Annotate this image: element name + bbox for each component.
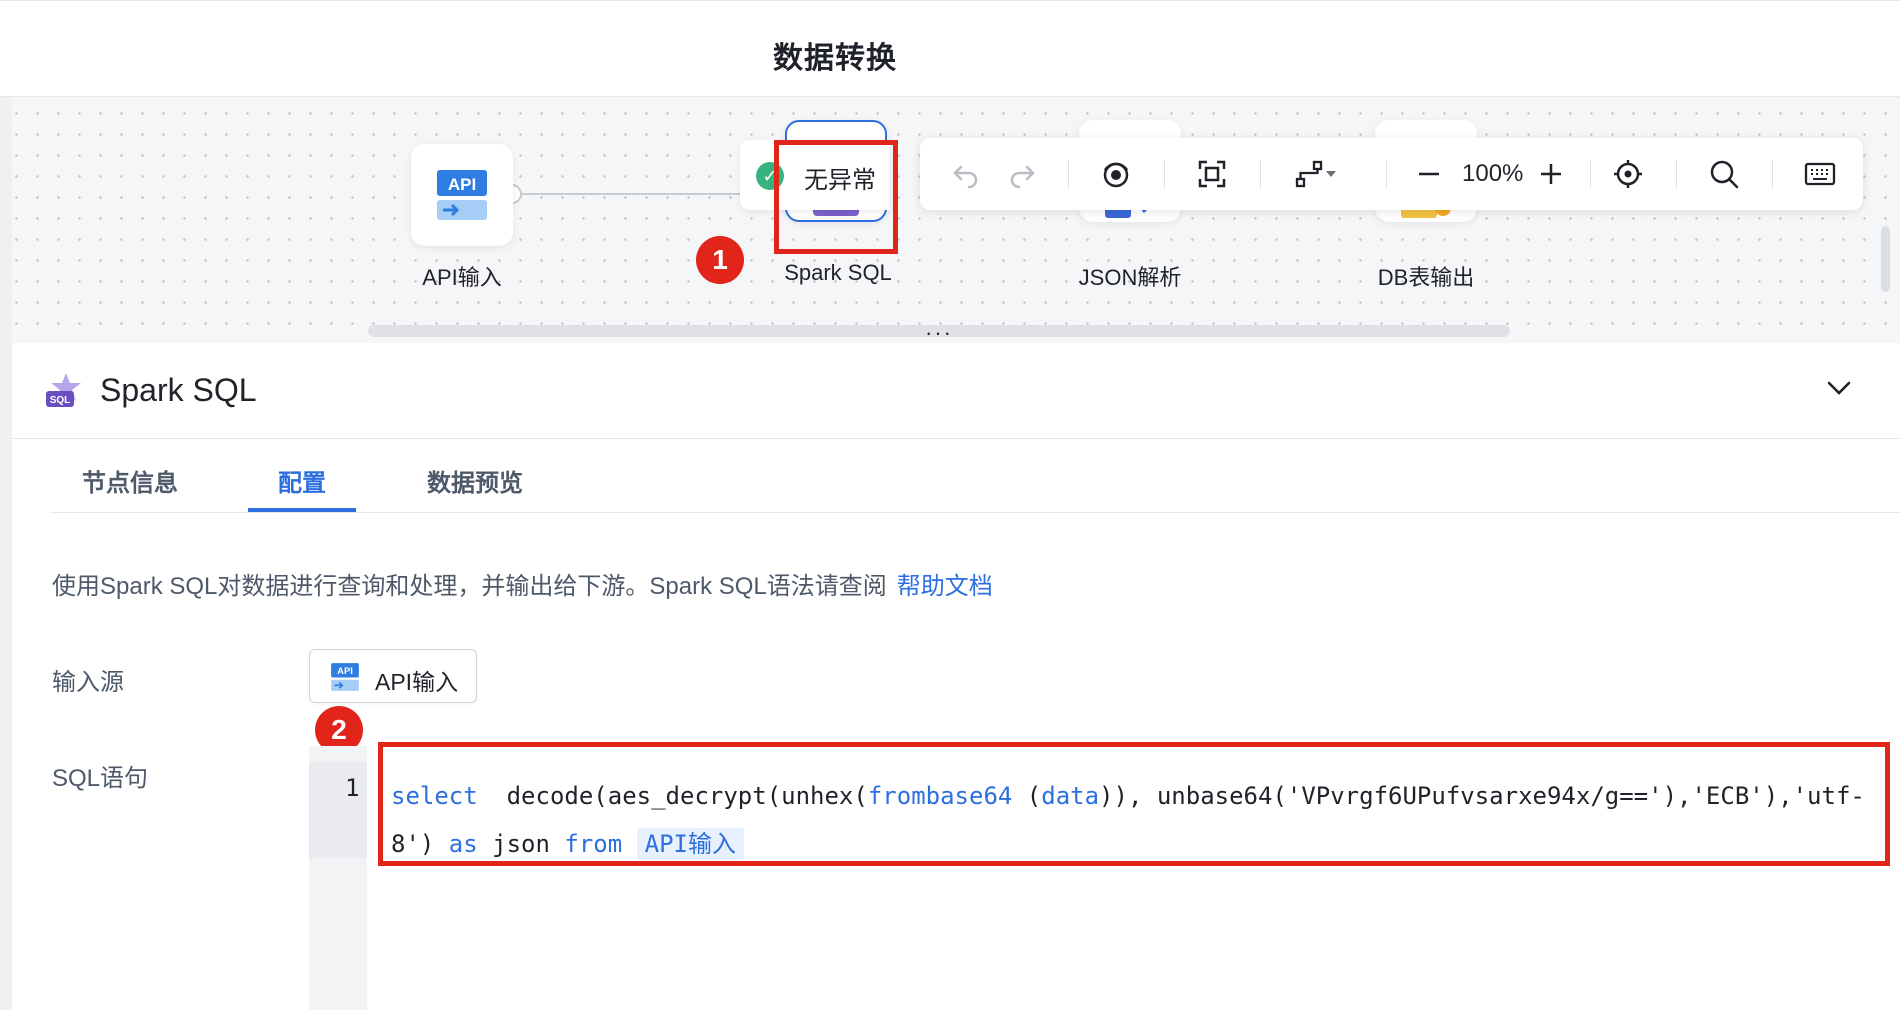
data-transform-app: 数据转换 API API输入 Spark SQL JSON解析 DB表输出 ✓ … [0,0,1900,1010]
left-edge-strip [0,97,12,1010]
node-label-db-output: DB表输出 [1377,265,1475,290]
keyboard-icon [1804,162,1836,186]
workflow-canvas[interactable] [0,97,1900,343]
node-config-panel-header: SQL Spark SQL [12,343,1900,439]
plus-icon [1541,164,1561,184]
node-label-api-input: API输入 [422,265,502,290]
fit-view-button[interactable] [1192,156,1232,192]
edge-api-to-spark [520,193,750,195]
page-title: 数据转换 [773,42,897,75]
api-input-icon: API [437,170,487,220]
app-header: 数据转换 [0,0,1900,97]
tab-node-info[interactable]: 节点信息 [82,463,178,498]
redo-icon [1010,165,1035,189]
sql-statement-label: SQL语句 [52,765,149,792]
description-text: 使用Spark SQL对数据进行查询和处理，并输出给下游。Spark SQL语法… [52,573,887,600]
target-icon [1614,160,1642,188]
line-number: 1 [345,774,360,802]
zoom-level[interactable]: 100% [1462,160,1523,188]
zoom-in-button[interactable] [1536,156,1566,192]
highlight-box-sql [378,742,1890,866]
annotation-badge-1: 1 [696,236,744,284]
spark-sql-node-icon: SQL [46,373,81,407]
undo-icon [953,165,978,189]
node-label-json-parse: JSON解析 [1078,265,1182,290]
panel-tabs: 节点信息 配置 数据预览 [50,439,1900,513]
eye-scan-icon [1103,162,1129,188]
highlight-box-status [774,140,898,254]
canvas-vertical-scrollbar[interactable] [1881,226,1890,292]
zoom-out-button[interactable] [1414,156,1444,192]
undo-button[interactable] [946,156,986,192]
help-doc-link[interactable]: 帮助文档 [897,573,993,600]
svg-text:API: API [337,666,353,677]
layout-dropdown[interactable] [1286,156,1346,192]
chevron-down-icon[interactable] [1824,373,1854,403]
config-description: 使用Spark SQL对数据进行查询和处理，并输出给下游。Spark SQL语法… [52,566,993,601]
active-tab-indicator [248,508,356,512]
keyboard-shortcuts-button[interactable] [1798,156,1842,192]
canvas-toolbar: 100% [920,138,1863,210]
input-source-name: API输入 [375,669,459,695]
tab-config[interactable]: 配置 [278,463,326,498]
preview-button[interactable] [1096,156,1136,192]
locate-button[interactable] [1608,156,1648,192]
svg-text:SQL: SQL [50,395,71,406]
panel-title: Spark SQL [100,372,257,408]
redo-button[interactable] [1002,156,1042,192]
input-source-label: 输入源 [52,669,124,696]
node-label-spark-sql: Spark SQL [784,260,892,285]
search-icon [1710,160,1739,189]
fit-screen-icon [1198,160,1226,188]
input-source-chip[interactable]: API API输入 [309,649,477,703]
svg-text:API: API [448,175,476,194]
api-input-icon: API [331,663,359,691]
node-api-input[interactable]: API [411,144,513,246]
tab-data-preview[interactable]: 数据预览 [427,463,523,498]
search-button[interactable] [1704,156,1744,192]
connector-style-icon [1295,160,1323,188]
caret-down-icon [1326,171,1336,177]
minus-icon [1419,172,1439,176]
